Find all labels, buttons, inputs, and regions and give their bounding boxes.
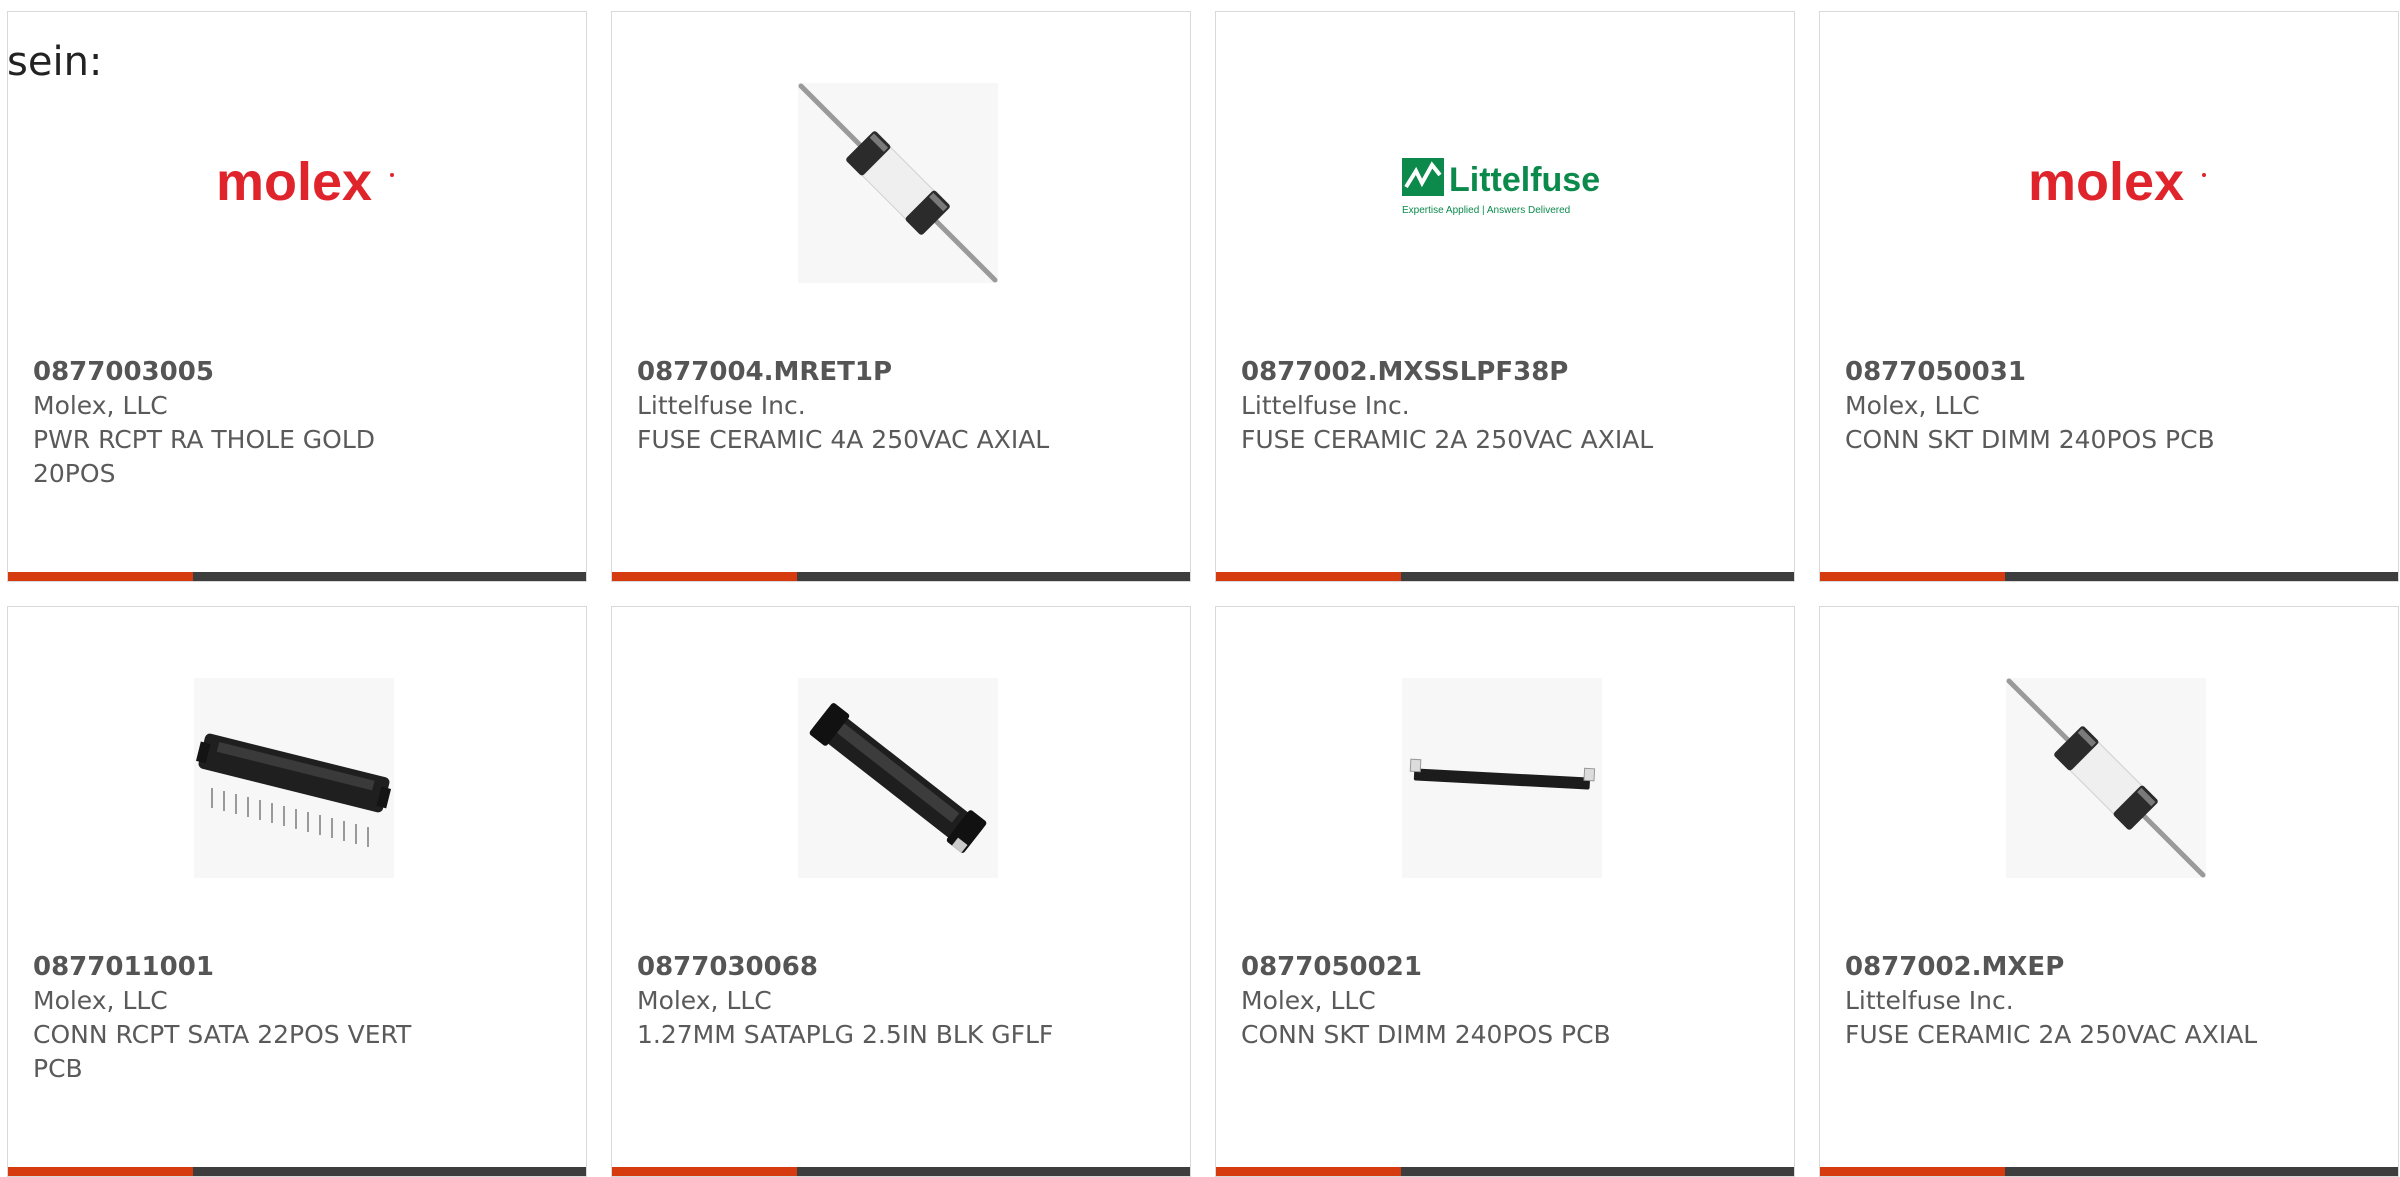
product-card[interactable]: 0877004.MRET1P Littelfuse Inc. FUSE CERA… <box>611 11 1191 582</box>
svg-text:molex: molex <box>2028 152 2184 212</box>
description: PWR RCPT RA THOLE GOLD 20POS <box>33 425 376 488</box>
manufacturer: Molex, LLC <box>33 391 168 420</box>
manufacturer: Littelfuse Inc. <box>637 391 806 420</box>
product-grid: molex 0877003005 Molex, LLC PWR RCPT RA … <box>7 11 2400 1177</box>
card-bottom-bar <box>612 572 1190 581</box>
part-number[interactable]: 0877050021 <box>1241 950 1661 984</box>
description: FUSE CERAMIC 2A 250VAC AXIAL <box>1845 1020 2258 1049</box>
description: FUSE CERAMIC 2A 250VAC AXIAL <box>1241 425 1654 454</box>
card-bottom-bar <box>1216 572 1794 581</box>
part-number[interactable]: 0877030068 <box>637 950 1057 984</box>
description: 1.27MM SATAPLG 2.5IN BLK GFLF <box>637 1020 1054 1049</box>
card-bottom-bar <box>8 1167 586 1176</box>
product-card[interactable]: 0877011001 Molex, LLC CONN RCPT SATA 22P… <box>7 606 587 1177</box>
card-accent-bar <box>1820 1167 2005 1176</box>
product-card[interactable]: 0877030068 Molex, LLC 1.27MM SATAPLG 2.5… <box>611 606 1191 1177</box>
card-accent-bar <box>612 1167 797 1176</box>
product-card[interactable]: molex 0877003005 Molex, LLC PWR RCPT RA … <box>7 11 587 582</box>
card-accent-bar <box>1820 572 2005 581</box>
molex-logo-image: molex <box>194 83 394 283</box>
card-bottom-bar <box>1820 1167 2398 1176</box>
manufacturer: Molex, LLC <box>33 986 168 1015</box>
part-number[interactable]: 0877050031 <box>1845 355 2265 389</box>
description: CONN SKT DIMM 240POS PCB <box>1241 1020 1611 1049</box>
axial-fuse-image <box>2006 678 2206 878</box>
part-number[interactable]: 0877004.MRET1P <box>637 355 1057 389</box>
part-number[interactable]: 0877011001 <box>33 950 453 984</box>
sata-plug-image <box>798 678 998 878</box>
card-bottom-bar <box>1820 572 2398 581</box>
card-accent-bar <box>8 572 193 581</box>
product-card[interactable]: 0877050021 Molex, LLC CONN SKT DIMM 240P… <box>1215 606 1795 1177</box>
axial-fuse-image <box>798 83 998 283</box>
card-bottom-bar <box>1216 1167 1794 1176</box>
product-card[interactable]: 0877002.MXEP Littelfuse Inc. FUSE CERAMI… <box>1819 606 2399 1177</box>
description: CONN SKT DIMM 240POS PCB <box>1845 425 2215 454</box>
product-card[interactable]: Littelfuse Expertise Applied | Answers D… <box>1215 11 1795 582</box>
manufacturer: Littelfuse Inc. <box>1241 391 1410 420</box>
part-number[interactable]: 0877002.MXEP <box>1845 950 2265 984</box>
card-accent-bar <box>1216 1167 1401 1176</box>
card-accent-bar <box>612 572 797 581</box>
manufacturer: Molex, LLC <box>1241 986 1376 1015</box>
manufacturer: Molex, LLC <box>637 986 772 1015</box>
svg-text:molex: molex <box>216 152 372 212</box>
manufacturer: Littelfuse Inc. <box>1845 986 2014 1015</box>
product-card[interactable]: molex 0877050031 Molex, LLC CONN SKT DIM… <box>1819 11 2399 582</box>
dimm-socket-image <box>1402 678 1602 878</box>
svg-text:Expertise Applied | Answers De: Expertise Applied | Answers Delivered <box>1402 205 1570 216</box>
card-bottom-bar <box>612 1167 1190 1176</box>
svg-text:Littelfuse: Littelfuse <box>1449 161 1600 199</box>
molex-logo-image: molex <box>2006 83 2206 283</box>
part-number[interactable]: 0877003005 <box>33 355 453 389</box>
littelfuse-logo-image: Littelfuse Expertise Applied | Answers D… <box>1402 83 1602 283</box>
description: FUSE CERAMIC 4A 250VAC AXIAL <box>637 425 1050 454</box>
card-bottom-bar <box>8 572 586 581</box>
card-accent-bar <box>1216 572 1401 581</box>
sata-connector-image <box>194 678 394 878</box>
part-number[interactable]: 0877002.MXSSLPF38P <box>1241 355 1661 389</box>
card-accent-bar <box>8 1167 193 1176</box>
intro-text: sein: <box>7 39 103 85</box>
description: CONN RCPT SATA 22POS VERT PCB <box>33 1020 412 1083</box>
manufacturer: Molex, LLC <box>1845 391 1980 420</box>
